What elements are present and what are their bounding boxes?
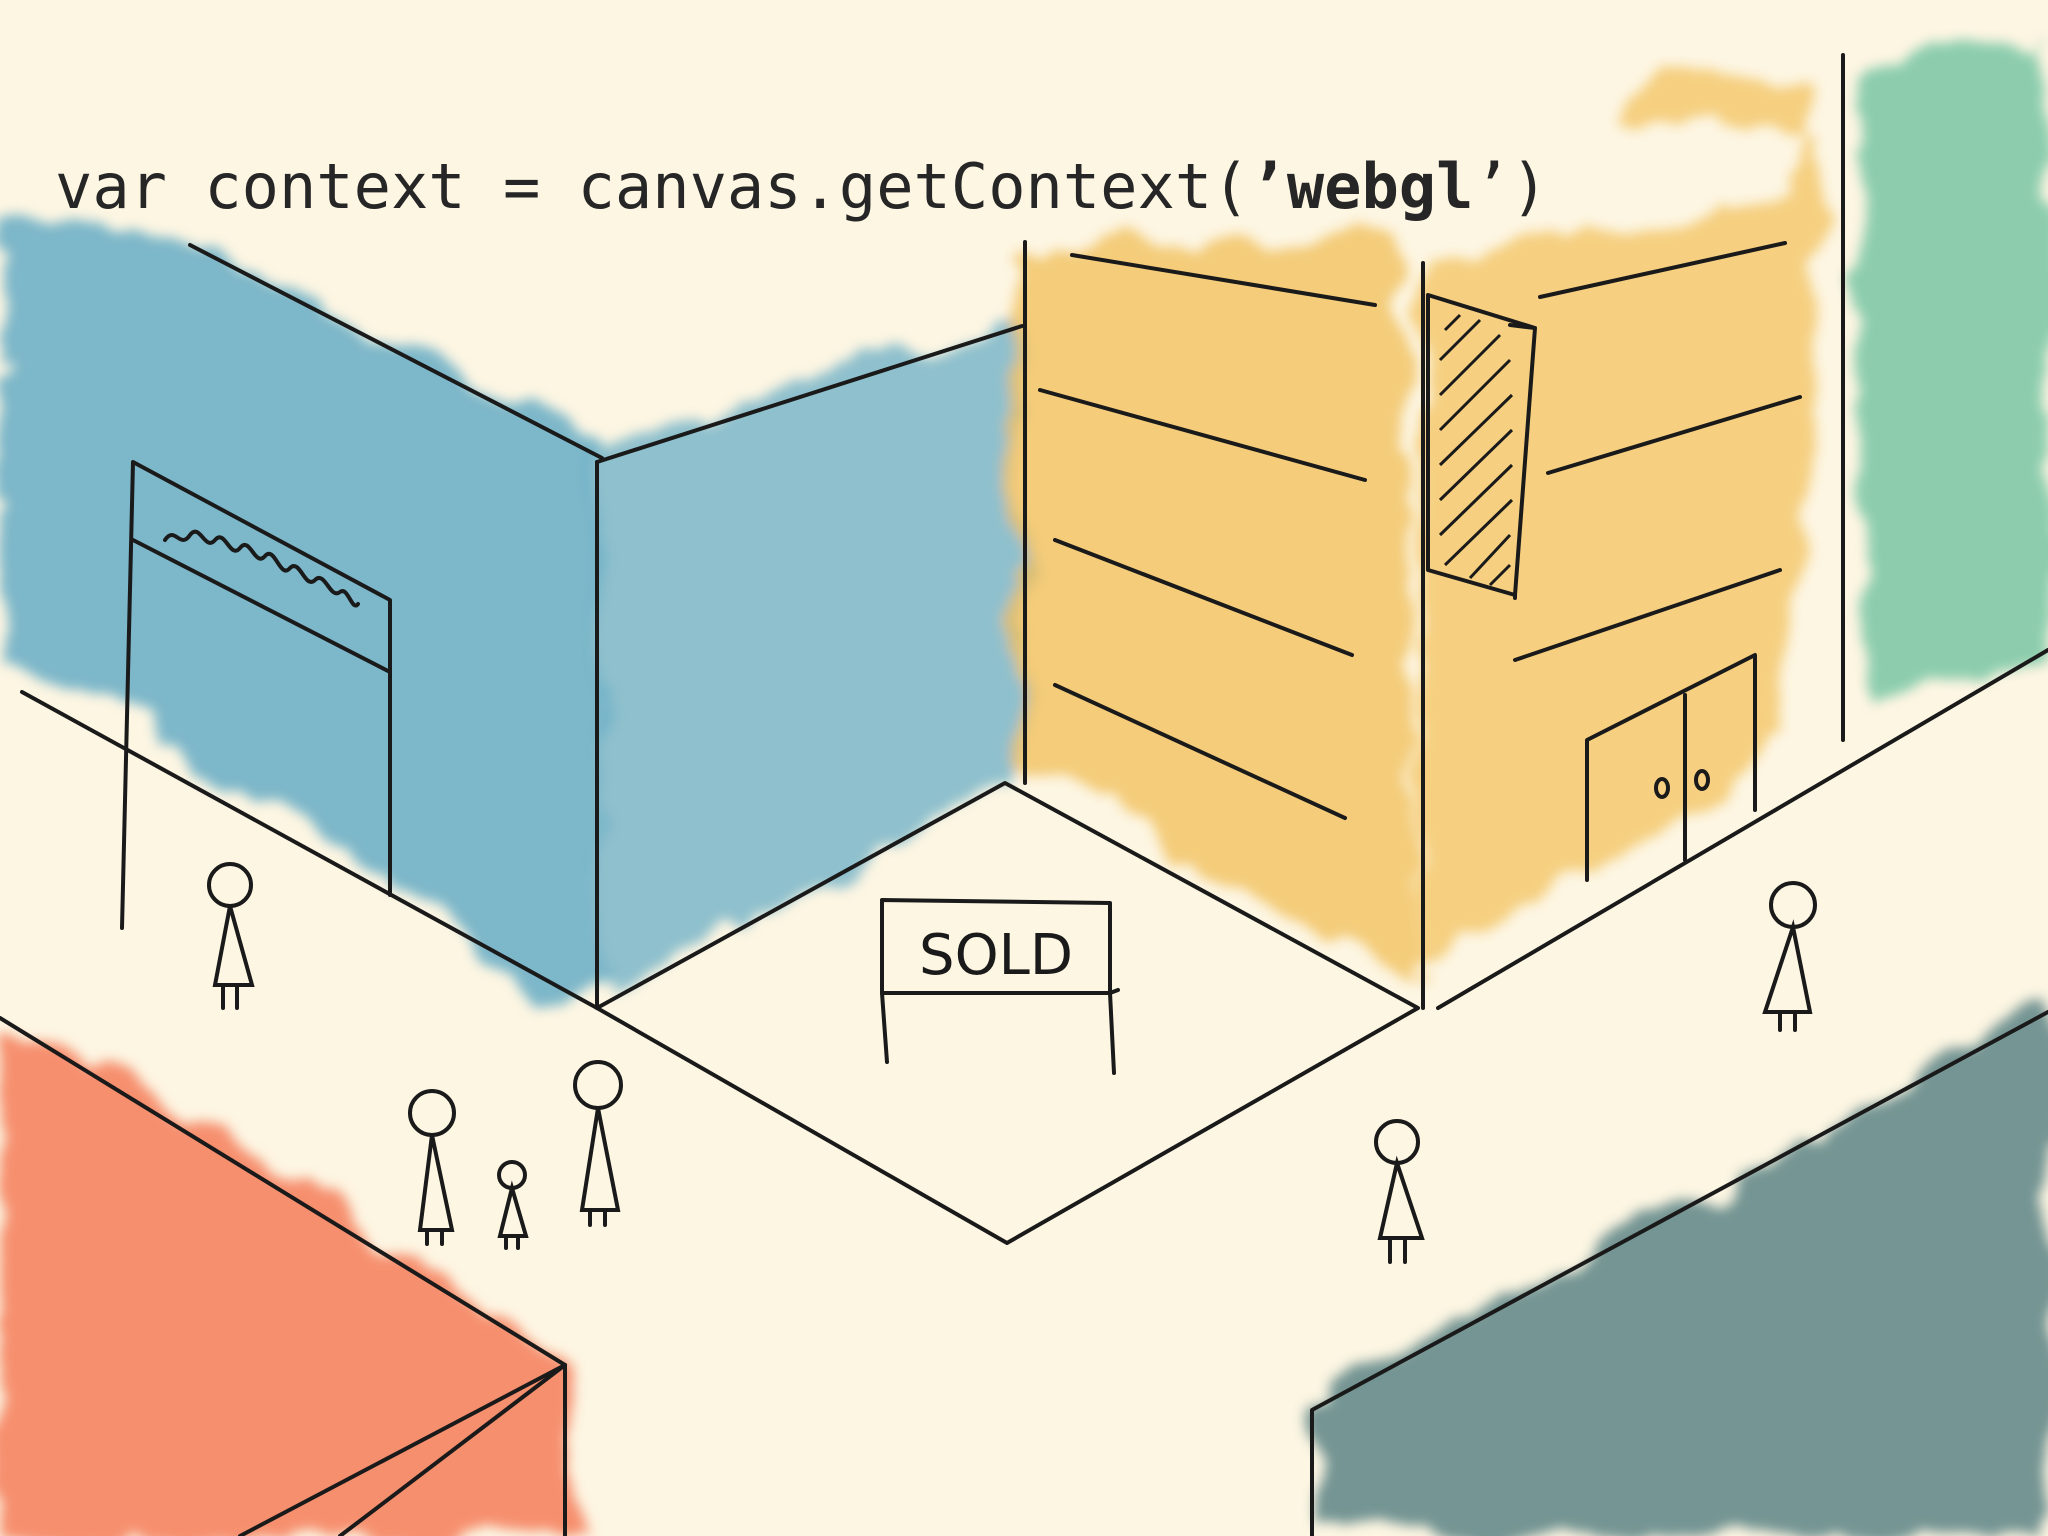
code-snippet: var context = canvas.getContext(’webgl’) (55, 150, 1548, 223)
code-call: canvas.getContext( (577, 150, 1250, 223)
street-scene-illustration: SOLD (0, 0, 2048, 1536)
green-wash-far-right (1860, 40, 2048, 700)
code-quote-open: ’ (1249, 150, 1287, 223)
code-argument: webgl (1286, 150, 1474, 223)
code-quote-close: ’) (1473, 150, 1549, 223)
code-operator: = (502, 150, 541, 223)
code-variable: context (204, 150, 466, 223)
sold-sign-text: SOLD (919, 923, 1073, 988)
code-keyword: var (55, 150, 167, 223)
